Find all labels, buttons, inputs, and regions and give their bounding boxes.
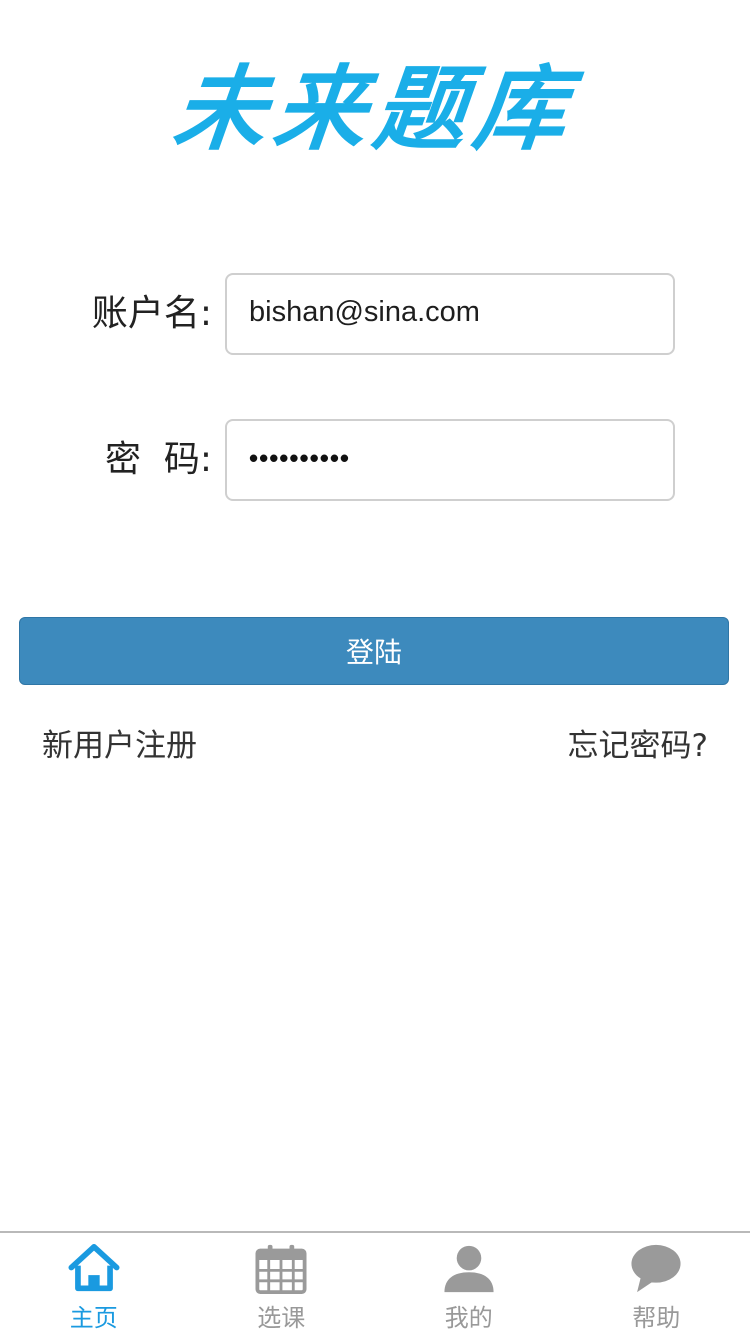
tab-label: 我的: [444, 1304, 493, 1332]
forgot-password-link[interactable]: 忘记密码?: [568, 720, 708, 765]
user-icon: [444, 1245, 494, 1293]
chat-bubble-icon: [631, 1244, 681, 1293]
register-link[interactable]: 新用户注册: [42, 720, 197, 765]
login-button[interactable]: 登陆: [19, 617, 729, 685]
tab-label: 选课: [257, 1304, 306, 1332]
tab-profile[interactable]: 我的: [375, 1233, 563, 1333]
username-input[interactable]: [227, 275, 673, 353]
password-label: 密 码:: [104, 439, 212, 480]
bottom-tab-bar: 主页 选课 我的 帮助: [0, 1231, 750, 1333]
password-field[interactable]: ••••••••••: [225, 419, 675, 501]
logo-text: 未来题库: [168, 54, 580, 163]
username-field-box: [225, 273, 675, 355]
password-row: 密 码: ••••••••••: [0, 419, 750, 501]
tab-courses[interactable]: 选课: [188, 1233, 376, 1333]
tab-label: 主页: [69, 1304, 118, 1332]
tab-label: 帮助: [632, 1304, 681, 1332]
tab-home[interactable]: 主页: [0, 1233, 188, 1333]
calendar-icon: [255, 1244, 307, 1294]
password-masked-value: ••••••••••: [249, 443, 351, 473]
app-logo: 未来题库: [0, 46, 750, 163]
username-label: 账户名:: [91, 293, 212, 334]
tab-help[interactable]: 帮助: [563, 1233, 750, 1333]
username-row: 账户名:: [0, 273, 750, 355]
home-icon: [68, 1243, 120, 1292]
